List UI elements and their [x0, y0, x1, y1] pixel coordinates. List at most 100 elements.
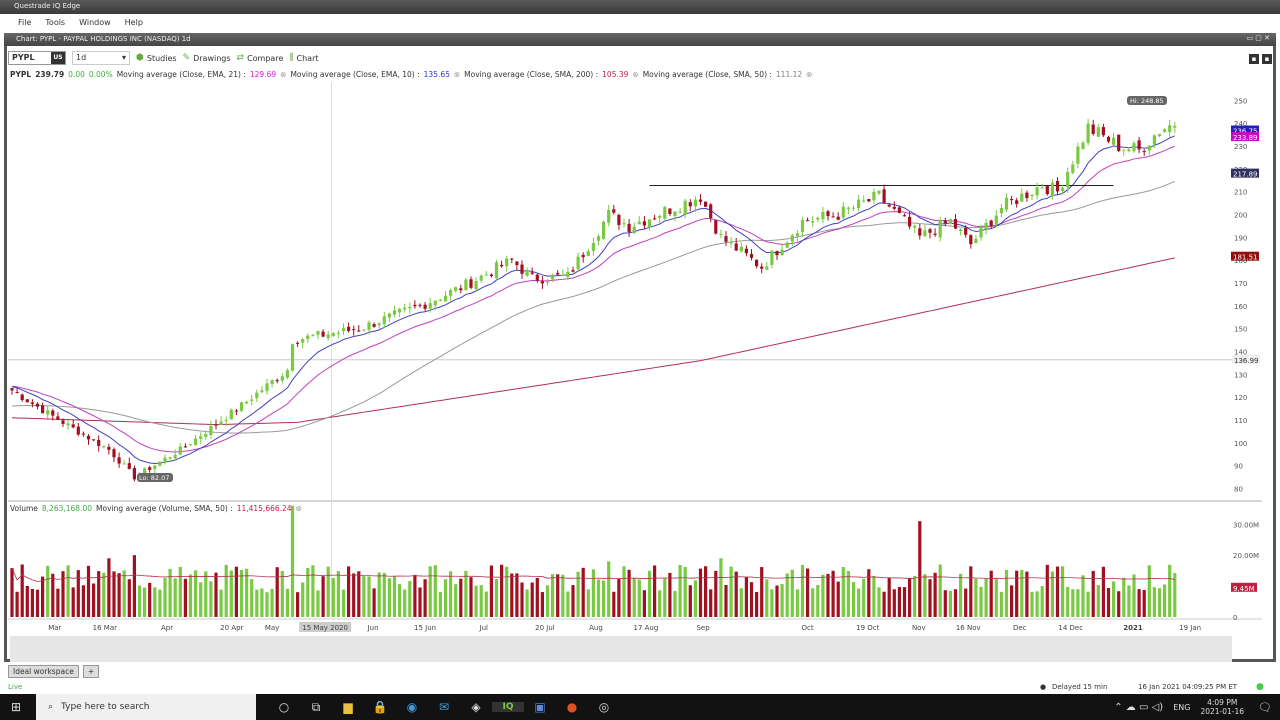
time-tick-label: 17 Aug: [634, 624, 659, 632]
volume-bar: [602, 580, 606, 617]
volume-bar: [632, 578, 636, 617]
candle: [132, 467, 136, 480]
volume-bar: [194, 570, 198, 617]
candle: [20, 394, 24, 401]
volume-bar: [97, 571, 101, 617]
app-icon[interactable]: ◈: [460, 700, 492, 714]
candle: [209, 425, 213, 435]
candle: [826, 211, 830, 217]
volume-bar: [780, 584, 784, 617]
candle: [714, 220, 718, 234]
edge-icon[interactable]: ◉: [396, 700, 428, 714]
volume-bar: [459, 578, 463, 617]
word-icon[interactable]: ▣: [524, 700, 556, 714]
price-tick-label: 150: [1234, 326, 1247, 334]
volume-tick-label: 0: [1233, 614, 1237, 622]
volume-bar: [918, 521, 922, 617]
workspace-tab[interactable]: Ideal workspace: [8, 665, 79, 678]
volume-bar: [1025, 571, 1029, 617]
volume-bar: [107, 558, 111, 617]
candle: [908, 216, 912, 227]
task-view-icon[interactable]: ⧉: [300, 700, 332, 715]
candle: [530, 272, 534, 274]
candle: [688, 202, 692, 207]
connection-indicator-icon: ●: [1256, 682, 1264, 692]
volume-bar: [255, 589, 259, 617]
add-workspace-button[interactable]: +: [82, 665, 100, 678]
candle: [484, 274, 488, 276]
candle: [729, 241, 733, 244]
volume-bar: [275, 567, 279, 617]
volume-bar: [877, 587, 881, 617]
candle: [1137, 140, 1141, 150]
navigator-scrollbar[interactable]: [10, 636, 1232, 662]
candle: [219, 421, 223, 425]
volume-bar: [576, 571, 580, 617]
candle: [698, 199, 703, 202]
candle: [387, 313, 391, 318]
volume-bar: [719, 558, 723, 617]
volume-bar: [571, 585, 575, 617]
volume-bar: [683, 567, 687, 617]
volume-bar: [433, 565, 437, 617]
iq-edge-icon[interactable]: IQ: [492, 702, 524, 712]
volume-bar: [964, 588, 968, 617]
candle: [770, 250, 774, 265]
volume-bar: [704, 566, 708, 617]
candle: [887, 204, 891, 207]
price-chart[interactable]: 2502402302202102001901801701601501401301…: [0, 0, 1280, 664]
candle: [540, 281, 544, 284]
notification-icon[interactable]: 🗨: [1258, 701, 1272, 714]
mail-icon[interactable]: ✉: [428, 700, 460, 714]
volume-bar: [1066, 587, 1070, 617]
candle: [1071, 164, 1075, 173]
file-explorer-icon[interactable]: ▆: [332, 700, 364, 714]
candle: [1173, 125, 1177, 128]
store-icon[interactable]: 🔒: [364, 700, 396, 714]
ma-sma200-line: [11, 257, 1175, 426]
candle: [857, 199, 861, 209]
volume-bar: [882, 591, 886, 617]
candle: [673, 211, 677, 217]
candle: [637, 221, 641, 225]
volume-bar: [1045, 564, 1049, 617]
volume-bar: [724, 585, 728, 617]
windows-start-icon[interactable]: ⊞: [0, 700, 32, 714]
candle: [194, 438, 198, 445]
volume-bar: [653, 565, 657, 617]
candle: [994, 215, 998, 225]
candle: [627, 223, 631, 232]
volume-bar: [974, 578, 978, 617]
volume-bar: [112, 571, 116, 617]
taskbar-clock[interactable]: 4:09 PM 2021-01-16: [1200, 698, 1244, 716]
volume-bar: [994, 578, 998, 617]
powerpoint-icon[interactable]: ●: [556, 700, 588, 714]
cortana-icon[interactable]: ○: [268, 700, 300, 714]
volume-bar: [454, 584, 458, 617]
candle: [178, 446, 182, 455]
candle: [489, 274, 493, 277]
volume-bar: [362, 576, 366, 617]
app-icon-2[interactable]: ◎: [588, 700, 620, 714]
volume-bar: [92, 583, 96, 617]
volume-bar: [51, 573, 55, 617]
candle: [607, 209, 611, 223]
candle: [41, 405, 45, 414]
volume-bar: [734, 571, 738, 617]
candle: [1127, 149, 1131, 152]
language-indicator[interactable]: ENG: [1173, 703, 1190, 712]
ma-ema21-line: [11, 145, 1175, 453]
taskbar-search[interactable]: ⌕ Type here to search: [36, 694, 256, 720]
time-tick-label: 16 Mar: [93, 624, 117, 632]
candle: [632, 226, 636, 233]
candle: [622, 223, 626, 225]
volume-bar: [326, 566, 330, 617]
candle: [902, 215, 907, 217]
candle: [642, 221, 646, 226]
candle: [459, 288, 463, 291]
time-tick-label: 20 Apr: [220, 624, 243, 632]
candle: [107, 447, 111, 450]
candle: [347, 326, 351, 331]
volume-bar: [372, 588, 376, 617]
tray-icons[interactable]: ⌃ ☁ ▭ ◁): [1114, 702, 1163, 713]
